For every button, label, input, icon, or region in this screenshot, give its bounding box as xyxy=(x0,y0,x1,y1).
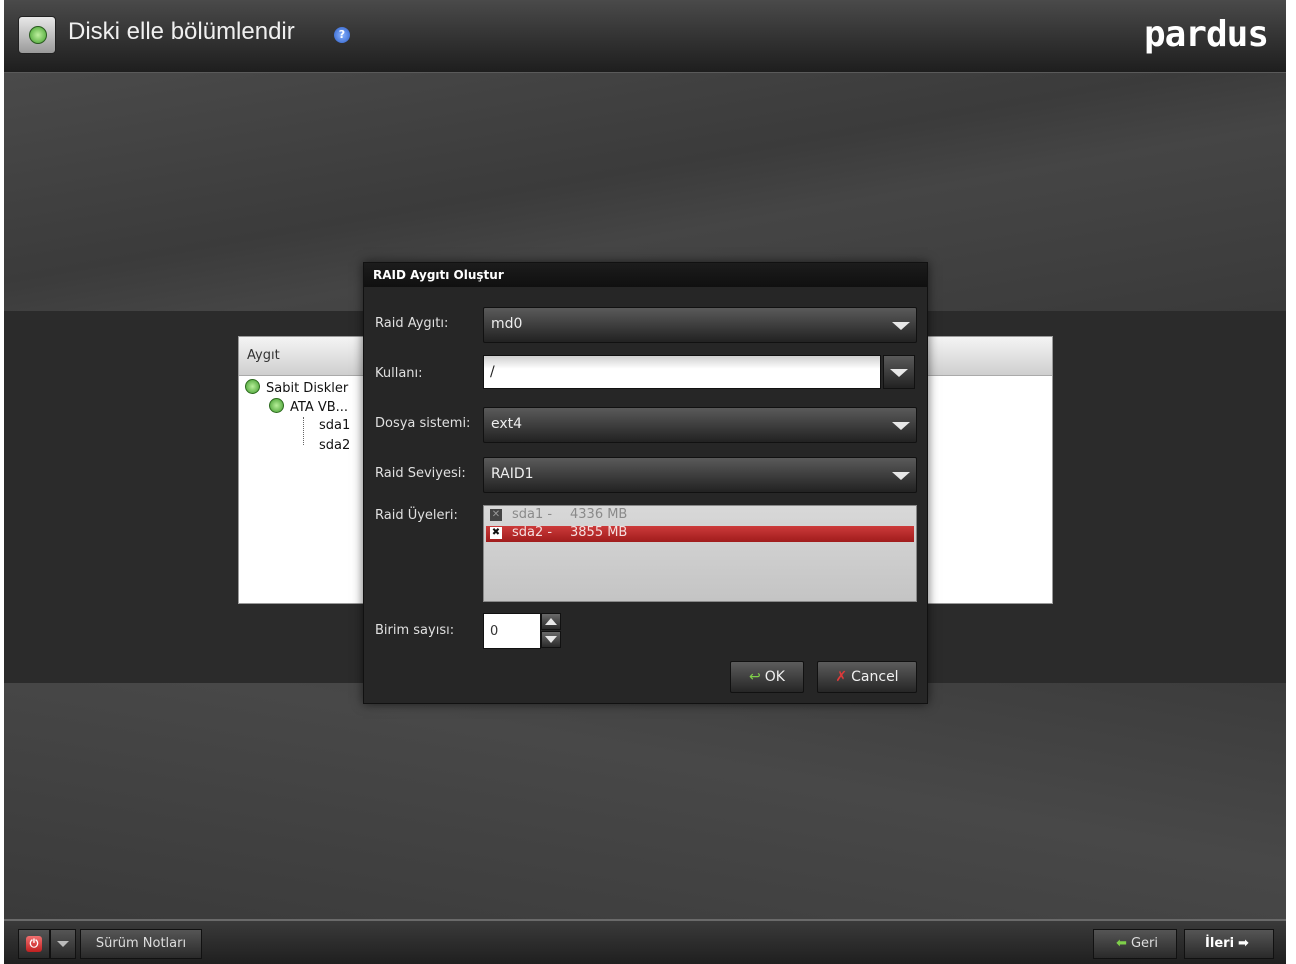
dialog-title: RAID Aygıtı Oluştur xyxy=(373,268,504,282)
device-column-header[interactable]: Aygıt xyxy=(247,348,280,363)
power-button[interactable]: ⏻ xyxy=(18,929,50,959)
raid-device-combo[interactable]: md0 xyxy=(483,307,917,343)
next-button[interactable]: İleri ➡ xyxy=(1184,929,1274,959)
disk-icon xyxy=(18,16,56,54)
raid-device-label: Raid Aygıtı: xyxy=(375,316,449,331)
tree-connector xyxy=(303,417,304,445)
background-art-bottom xyxy=(4,683,1286,919)
tree-item-label: ATA VB... xyxy=(290,400,349,415)
spare-count-input[interactable] xyxy=(483,613,541,649)
tree-item-disk[interactable]: ATA VB... xyxy=(269,398,348,415)
cancel-label: Cancel xyxy=(851,669,899,685)
pardus-logo: pardus xyxy=(1143,14,1269,55)
member-name: sda2 - xyxy=(512,525,553,540)
help-icon[interactable]: ? xyxy=(334,27,350,43)
arrow-right-icon: ➡ xyxy=(1238,936,1249,951)
tree-item-hard-disks[interactable]: Sabit Diskler xyxy=(245,379,348,396)
filesystem-value: ext4 xyxy=(491,416,523,432)
power-icon: ⏻ xyxy=(26,936,42,952)
footer-bar: ⏻ Sürüm Notları ⬅ Geri İleri ➡ xyxy=(4,919,1286,964)
raid-level-value: RAID1 xyxy=(491,466,534,482)
mount-point-label: Kullanı: xyxy=(375,366,423,381)
installer-window: Diski elle bölümlendir ? pardus Aygıt Sa… xyxy=(4,0,1286,964)
chevron-down-icon xyxy=(892,322,910,330)
back-label: Geri xyxy=(1130,936,1158,951)
create-raid-dialog: RAID Aygıtı Oluştur Raid Aygıtı: md0 Kul… xyxy=(363,262,928,704)
back-button[interactable]: ⬅ Geri xyxy=(1093,929,1177,959)
chevron-down-icon xyxy=(892,422,910,430)
tree-item-partition[interactable]: sda2 xyxy=(319,438,350,453)
member-size: 4336 MB xyxy=(570,507,628,522)
cancel-x-icon: ✗ xyxy=(835,669,848,685)
chevron-down-icon xyxy=(57,941,69,947)
cancel-button[interactable]: ✗ Cancel xyxy=(817,661,917,693)
spare-count-spinbox xyxy=(483,613,561,649)
member-size: 3855 MB xyxy=(570,525,628,540)
filesystem-label: Dosya sistemi: xyxy=(375,416,471,431)
power-menu-button[interactable] xyxy=(50,929,76,959)
page-title: Diski elle bölümlendir xyxy=(68,18,295,45)
next-label: İleri xyxy=(1205,936,1235,951)
dialog-titlebar[interactable]: RAID Aygıtı Oluştur xyxy=(364,263,927,287)
raid-member-item[interactable]: ✖ sda2 - 3855 MB xyxy=(486,525,914,542)
tree-item-partition[interactable]: sda1 xyxy=(319,418,350,433)
spin-up-button[interactable] xyxy=(541,613,561,630)
filesystem-combo[interactable]: ext4 xyxy=(483,407,917,443)
ok-button[interactable]: ↩ OK xyxy=(730,661,804,693)
chevron-down-icon xyxy=(890,369,908,377)
member-checkbox[interactable]: ✖ xyxy=(490,527,502,539)
collapse-icon[interactable] xyxy=(245,379,260,394)
raid-members-list[interactable]: ✕ sda1 - 4336 MB ✖ sda2 - 3855 MB xyxy=(483,505,917,602)
mount-point-combo xyxy=(483,355,915,391)
spin-down-button[interactable] xyxy=(541,631,561,648)
tree-item-label: Sabit Diskler xyxy=(266,381,349,396)
collapse-icon[interactable] xyxy=(269,398,284,413)
raid-level-combo[interactable]: RAID1 xyxy=(483,457,917,493)
tree-item-label: sda2 xyxy=(319,438,351,453)
tree-item-label: sda1 xyxy=(319,418,351,433)
raid-member-item[interactable]: ✕ sda1 - 4336 MB xyxy=(486,507,914,524)
arrow-left-icon: ⬅ xyxy=(1116,936,1127,951)
raid-level-label: Raid Seviyesi: xyxy=(375,466,466,481)
ok-label: OK xyxy=(764,669,785,685)
raid-members-label: Raid Üyeleri: xyxy=(375,508,458,523)
raid-device-value: md0 xyxy=(491,316,523,332)
header-bar: Diski elle bölümlendir ? pardus xyxy=(4,0,1286,73)
return-arrow-icon: ↩ xyxy=(749,669,761,685)
mount-point-dropdown-button[interactable] xyxy=(883,355,915,389)
spare-count-label: Birim sayısı: xyxy=(375,623,455,638)
release-notes-button[interactable]: Sürüm Notları xyxy=(80,929,202,959)
member-name: sda1 - xyxy=(512,507,553,522)
member-checkbox[interactable]: ✕ xyxy=(490,509,502,521)
chevron-down-icon xyxy=(892,472,910,480)
mount-point-input[interactable] xyxy=(483,355,881,389)
